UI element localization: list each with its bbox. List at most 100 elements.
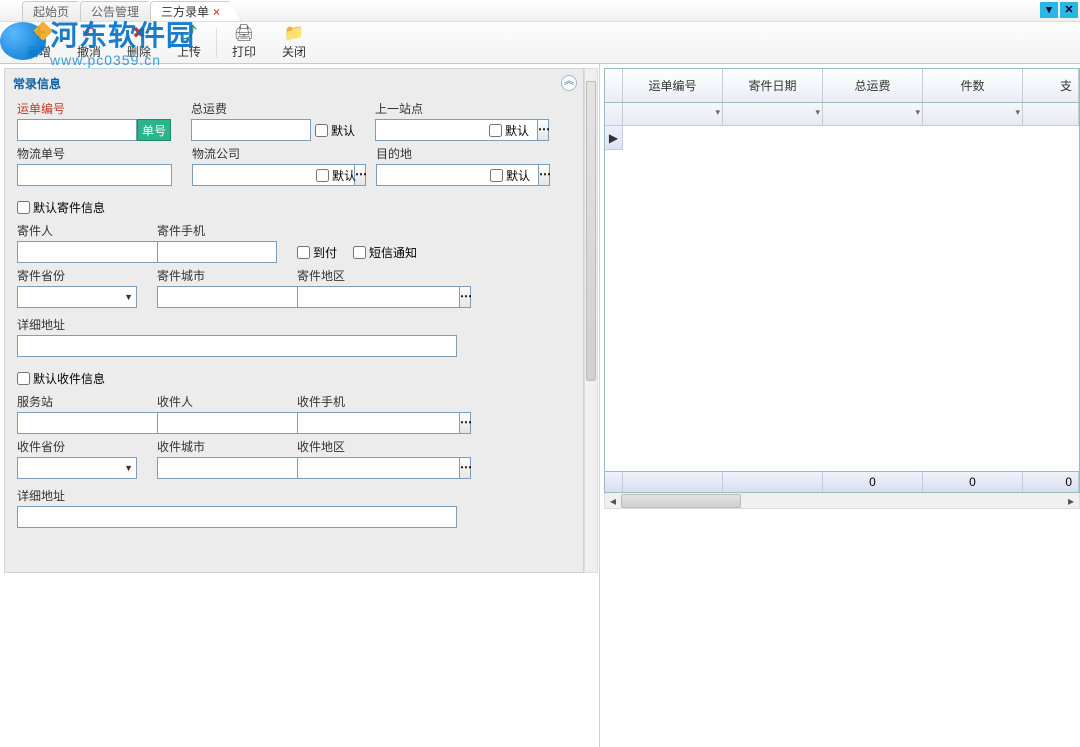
sender-phone-input[interactable] — [157, 241, 277, 263]
sender-addr-input[interactable] — [17, 335, 457, 357]
tab-close-icon[interactable]: × — [213, 5, 220, 19]
window-close-button[interactable]: ✕ — [1060, 2, 1078, 18]
grid-pane: 运单编号 寄件日期 总运费 件数 支 ▾ ▾ ▾ ▾ ▶ 0 — [600, 64, 1080, 747]
grid-filter-date[interactable]: ▾ — [723, 103, 823, 125]
undo-icon: ↶ — [82, 25, 95, 43]
sender-phone-label: 寄件手机 — [157, 222, 277, 239]
plus-icon: ✚ — [32, 25, 45, 43]
receiver-input[interactable] — [157, 412, 319, 434]
upload-icon: ⤴ — [181, 25, 197, 43]
grid-header-extra[interactable]: 支 — [1023, 69, 1079, 102]
form-scrollbar[interactable] — [584, 68, 598, 573]
logistics-no-input[interactable] — [17, 164, 172, 186]
sms-notify-checkbox[interactable] — [353, 246, 366, 259]
default-receiver-label: 默认收件信息 — [33, 370, 105, 387]
sender-area-input[interactable] — [297, 286, 459, 308]
delete-button[interactable]: ✖删除 — [114, 23, 164, 63]
sender-input[interactable] — [17, 241, 179, 263]
receiver-area-input[interactable] — [297, 457, 459, 479]
new-button[interactable]: ✚新增 — [14, 23, 64, 63]
folder-icon: 📁 — [284, 25, 304, 43]
grid-footer-waybill — [623, 472, 723, 492]
logistics-no-label: 物流单号 — [17, 145, 172, 162]
grid-hscrollbar[interactable]: ◂ ▸ — [604, 493, 1080, 509]
grid-filter-fee[interactable]: ▾ — [823, 103, 923, 125]
receiver-label: 收件人 — [157, 393, 277, 410]
grid-header-date[interactable]: 寄件日期 — [723, 69, 823, 102]
main-content: 常录信息 ︽ 运单编号 单号 总运费 默认 — [0, 64, 1080, 747]
scroll-left-icon[interactable]: ◂ — [605, 494, 621, 508]
logistics-co-default-checkbox[interactable] — [316, 169, 329, 182]
collapse-toggle[interactable]: ︽ — [561, 75, 577, 91]
grid-filter-waybill[interactable]: ▾ — [623, 103, 723, 125]
receiver-area-label: 收件地区 — [297, 438, 417, 455]
chevron-down-icon: ▼ — [124, 463, 133, 473]
filter-chevron-icon: ▾ — [915, 107, 920, 118]
receiver-phone-label: 收件手机 — [297, 393, 417, 410]
tab-start[interactable]: 起始页 — [22, 1, 90, 21]
waybill-no-input[interactable] — [17, 119, 137, 141]
close-button[interactable]: 📁关闭 — [269, 23, 319, 63]
default-receiver-checkbox[interactable] — [17, 372, 30, 385]
upload-button[interactable]: ⤴上传 — [164, 23, 214, 63]
filter-chevron-icon: ▾ — [715, 107, 720, 118]
grid-filter-extra[interactable] — [1023, 103, 1079, 125]
waybill-no-label: 运单编号 — [17, 100, 171, 117]
grid-footer: 0 0 0 — [605, 471, 1079, 492]
destination-default-checkbox[interactable] — [490, 169, 503, 182]
window-controls: ▾ ✕ — [1040, 2, 1078, 18]
grid-row-indicator: ▶ — [605, 126, 623, 150]
service-station-input[interactable] — [17, 412, 179, 434]
form-scroll-area: 常录信息 ︽ 运单编号 单号 总运费 默认 — [0, 64, 600, 747]
default-sender-label: 默认寄件信息 — [33, 199, 105, 216]
grid-header: 运单编号 寄件日期 总运费 件数 支 — [605, 69, 1079, 103]
receiver-phone-input[interactable] — [297, 412, 459, 434]
filter-chevron-icon: ▾ — [815, 107, 820, 118]
receiver-addr-label: 详细地址 — [17, 487, 571, 504]
destination-label: 目的地 — [376, 145, 530, 162]
filter-chevron-icon: ▾ — [1015, 107, 1020, 118]
receiver-addr-input[interactable] — [17, 506, 457, 528]
grid-filter-count[interactable]: ▾ — [923, 103, 1023, 125]
default-sender-checkbox[interactable] — [17, 201, 30, 214]
sender-label: 寄件人 — [17, 222, 137, 239]
destination-lookup-button[interactable]: ⋯ — [538, 164, 550, 186]
grid-header-indicator — [605, 69, 623, 102]
grid-header-count[interactable]: 件数 — [923, 69, 1023, 102]
chevron-down-icon: ▼ — [124, 292, 133, 302]
scroll-right-icon[interactable]: ▸ — [1063, 494, 1079, 508]
undo-button[interactable]: ↶撤消 — [64, 23, 114, 63]
generate-no-button[interactable]: 单号 — [137, 119, 171, 141]
panel-title: 常录信息 — [5, 69, 583, 96]
grid-body[interactable]: ▶ — [605, 126, 1079, 471]
grid-footer-count: 0 — [923, 472, 1023, 492]
receiver-area-lookup-button[interactable]: ⋯ — [459, 457, 471, 479]
sender-prov-combo[interactable]: ▼ — [17, 286, 137, 308]
tab-third-party-entry[interactable]: 三方录单× — [150, 1, 241, 21]
sender-area-lookup-button[interactable]: ⋯ — [459, 286, 471, 308]
receiver-city-input[interactable] — [157, 457, 319, 479]
total-fee-default-checkbox[interactable] — [315, 124, 328, 137]
sender-prov-label: 寄件省份 — [17, 267, 137, 284]
window-minimize-button[interactable]: ▾ — [1040, 2, 1058, 18]
receiver-phone-lookup-button[interactable]: ⋯ — [459, 412, 471, 434]
scroll-thumb[interactable] — [621, 494, 741, 508]
sender-addr-label: 详细地址 — [17, 316, 571, 333]
scrollbar-thumb[interactable] — [586, 81, 596, 381]
total-fee-input[interactable] — [191, 119, 311, 141]
prev-site-default-checkbox[interactable] — [489, 124, 502, 137]
form-panel: 常录信息 ︽ 运单编号 单号 总运费 默认 — [4, 68, 584, 573]
sender-city-input[interactable] — [157, 286, 319, 308]
tab-notice[interactable]: 公告管理 — [80, 1, 160, 21]
grid-footer-fee: 0 — [823, 472, 923, 492]
cod-checkbox[interactable] — [297, 246, 310, 259]
receiver-prov-combo[interactable]: ▼ — [17, 457, 137, 479]
grid-filter-indicator — [605, 103, 623, 125]
grid-header-fee[interactable]: 总运费 — [823, 69, 923, 102]
print-button[interactable]: 🖨打印 — [219, 23, 269, 63]
prev-site-lookup-button[interactable]: ⋯ — [537, 119, 549, 141]
print-icon: 🖨 — [234, 25, 254, 43]
grid-header-waybill[interactable]: 运单编号 — [623, 69, 723, 102]
scroll-track[interactable] — [621, 494, 1063, 508]
service-station-label: 服务站 — [17, 393, 137, 410]
